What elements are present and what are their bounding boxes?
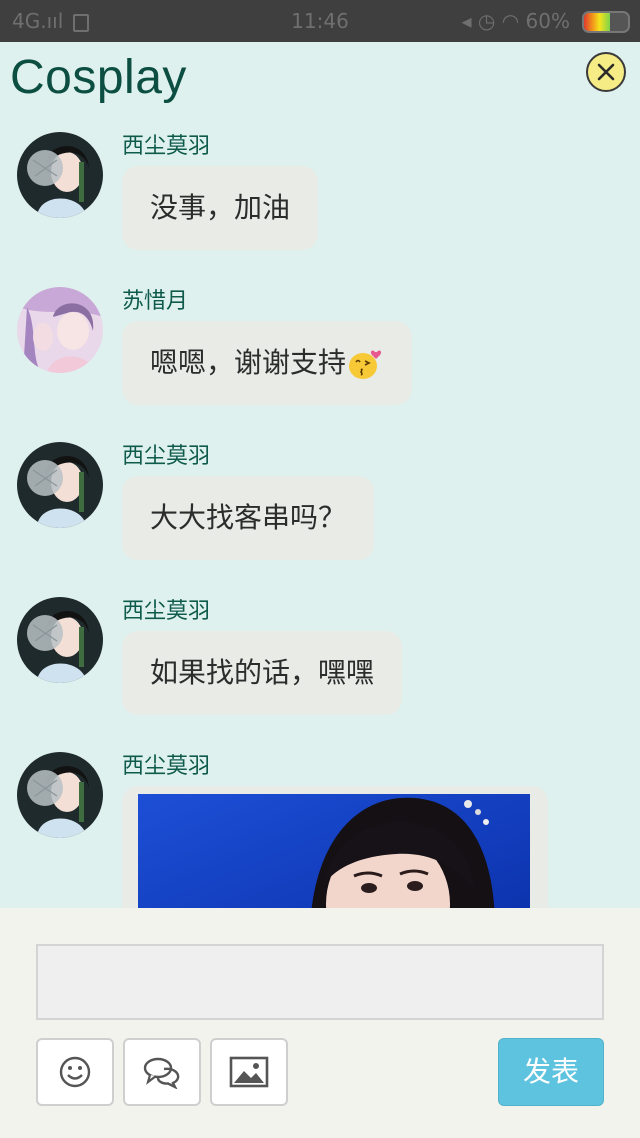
sender-name: 苏惜月 (122, 289, 189, 314)
avatar[interactable] (17, 752, 103, 838)
message-bubble[interactable]: 如果找的话，嘿嘿 (122, 631, 403, 715)
message-text: 嗯嗯，谢谢支持 (150, 346, 347, 379)
close-icon (597, 63, 615, 81)
message-photo[interactable] (138, 794, 530, 908)
message-bubble[interactable]: 嗯嗯，谢谢支持 (122, 321, 413, 405)
image-icon (229, 1056, 269, 1088)
clock-icon: ◷ (477, 9, 496, 33)
app-header: Cosplay (0, 42, 640, 122)
message-bubble[interactable]: 大大找客串吗？ (122, 476, 375, 560)
page-title: Cosplay (10, 51, 187, 104)
chat-bubbles-icon (143, 1057, 180, 1089)
chat-button[interactable] (123, 1038, 201, 1106)
message-text: 没事，加油 (150, 191, 291, 224)
image-button[interactable] (210, 1038, 288, 1106)
composer: 发表 (0, 908, 640, 1138)
message-text: 如果找的话，嘿嘿 (150, 656, 375, 689)
battery-text: 60% (525, 9, 570, 33)
close-button[interactable] (586, 52, 626, 92)
battery-icon (582, 11, 630, 33)
avatar[interactable] (17, 287, 103, 373)
sender-name: 西尘莫羽 (122, 134, 211, 159)
sender-name: 西尘莫羽 (122, 754, 211, 779)
smiley-icon (59, 1056, 91, 1088)
message-text: 大大找客串吗？ (150, 501, 347, 534)
message-bubble[interactable]: 没事，加油 (122, 166, 319, 250)
avatar[interactable] (17, 442, 103, 528)
sender-name: 西尘莫羽 (122, 444, 211, 469)
image-message-bubble[interactable] (122, 786, 548, 908)
message-input[interactable] (36, 944, 604, 1020)
status-bar: 4G.ııl 11:46 ◂ ◷ ◠ 60% (0, 0, 640, 42)
status-icons: ◂ ◷ ◠ 60% (462, 0, 570, 42)
wifi-icon: ◠ (501, 9, 520, 33)
avatar[interactable] (17, 597, 103, 683)
send-button[interactable]: 发表 (498, 1038, 604, 1106)
kiss-emoji-icon (349, 350, 382, 379)
sender-name: 西尘莫羽 (122, 599, 211, 624)
emoji-button[interactable] (36, 1038, 114, 1106)
alarm-icon: ◂ (461, 9, 472, 33)
message-list[interactable]: 西尘莫羽 没事，加油 苏惜月 嗯嗯，谢谢支持 西尘莫羽 大大找客串吗？ 西尘莫羽… (0, 122, 640, 908)
avatar[interactable] (17, 132, 103, 218)
